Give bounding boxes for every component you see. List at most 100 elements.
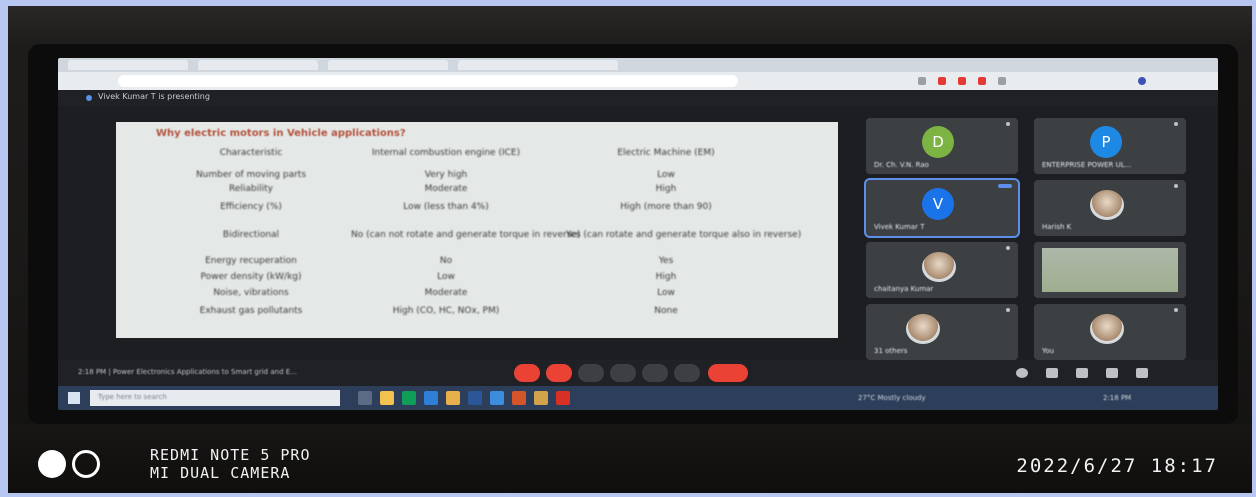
browser-tab[interactable] [458,60,618,70]
more-options-icon[interactable] [1174,122,1178,126]
presenting-icon [86,95,92,101]
more-options-icon[interactable] [1006,246,1010,250]
participant-tile-screen[interactable] [1034,242,1186,298]
slide-cell: High [655,184,677,194]
profile-avatar-icon[interactable] [1138,77,1146,85]
browser-tab[interactable] [198,60,318,70]
more-options-button[interactable] [674,364,700,382]
browser-tab[interactable] [68,60,188,70]
participant-name: You [1042,347,1055,355]
screen-share-thumbnail [1042,248,1178,292]
slide-row: Efficiency (%) Low (less than 4%) High (… [116,202,838,216]
app-icon[interactable] [402,391,416,405]
clock[interactable]: 2:18 PM [1103,394,1131,402]
camera-watermark-logo [38,450,128,478]
app-icon[interactable] [534,391,548,405]
more-options-icon[interactable] [1174,184,1178,188]
extension-icon[interactable] [958,77,966,85]
more-options-icon[interactable] [998,184,1012,188]
participant-tile[interactable]: chaitanya Kumar [866,242,1018,298]
participant-grid: D Dr. Ch. V.N. Rao P ENTERPRISE POWER UL… [864,118,1188,360]
weather-widget[interactable]: 27°C Mostly cloudy [858,394,926,402]
slide-row: Bidirectional No (can not rotate and gen… [116,230,838,244]
participant-name: Dr. Ch. V.N. Rao [874,161,929,169]
slide-cell: Low [437,272,455,282]
participant-tile-others[interactable]: 31 others [866,304,1018,360]
word-icon[interactable] [468,391,482,405]
extension-icon[interactable] [998,77,1006,85]
slide-row: Exhaust gas pollutants High (CO, HC, NOx… [116,306,838,320]
participant-name: Harish K [1042,223,1072,231]
app-icon[interactable] [490,391,504,405]
extension-icon[interactable] [978,77,986,85]
participant-name: ENTERPRISE POWER UL... [1042,161,1132,169]
watermark-dot-icon [38,450,66,478]
participant-avatar: D [922,126,954,158]
slide-cell: Exhaust gas pollutants [199,306,303,316]
chat-icon[interactable] [1076,368,1088,378]
powerpoint-icon[interactable] [512,391,526,405]
participant-tile-self[interactable]: You [1034,304,1186,360]
slide-row: Number of moving parts Very high Low [116,170,838,184]
slide-cell: High (more than 90) [620,202,712,212]
slide-cell: No (can not rotate and generate torque i… [351,230,581,240]
windows-start-icon[interactable] [68,392,80,404]
present-button[interactable] [642,364,668,382]
slide-cell: Moderate [424,184,468,194]
slide-cell: High [655,272,677,282]
watermark-ring-icon [72,450,100,478]
participant-tile-presenter[interactable]: V Vivek Kumar T [864,178,1020,238]
slide-title: Why electric motors in Vehicle applicati… [156,128,406,139]
slide-row: Power density (kW/kg) Low High [116,272,838,286]
camera-button[interactable] [546,364,572,382]
captions-button[interactable] [578,364,604,382]
watermark-timestamp: 2022/6/27 18:17 [1016,455,1218,477]
presenting-bar: Vivek Kumar T is presenting [58,90,1218,106]
slide-cell: High (CO, HC, NOx, PM) [392,306,500,316]
lock-icon[interactable] [1136,368,1148,378]
participant-avatar: V [922,188,954,220]
slide-cell: Low [657,170,675,180]
participant-name: 31 others [874,347,908,355]
task-view-icon[interactable] [358,391,372,405]
browser-tab[interactable] [328,60,448,70]
people-icon[interactable] [1046,368,1058,378]
slide-header-cell: Internal combustion engine (ICE) [371,148,521,158]
taskbar-search-input[interactable]: Type here to search [90,390,340,406]
slide-cell: Noise, vibrations [213,288,289,298]
slide-cell: Bidirectional [222,230,280,240]
mic-button[interactable] [514,364,540,382]
slide-header-cell: Characteristic [219,148,283,158]
watermark-model: REDMI NOTE 5 PRO [150,446,311,464]
activities-icon[interactable] [1106,368,1118,378]
info-icon[interactable] [1016,368,1028,378]
participant-tile[interactable]: D Dr. Ch. V.N. Rao [866,118,1018,174]
slide-cell: Yes [658,256,674,266]
watermark-camera: MI DUAL CAMERA [150,464,291,482]
extension-icon[interactable] [938,77,946,85]
address-bar[interactable] [118,75,738,87]
background-wall [8,6,1252,46]
slide-header-cell: Electric Machine (EM) [617,148,715,158]
extension-icon[interactable] [918,77,926,85]
app-icon[interactable] [446,391,460,405]
raise-hand-button[interactable] [610,364,636,382]
slide-cell: Very high [424,170,468,180]
windows-taskbar: Type here to search 27°C Mostly cloudy 2… [58,386,1218,410]
more-options-icon[interactable] [1006,308,1010,312]
more-options-icon[interactable] [1006,122,1010,126]
browser-toolbar [58,72,1218,90]
app-icon[interactable] [556,391,570,405]
participant-tile[interactable]: P ENTERPRISE POWER UL... [1034,118,1186,174]
app-icon[interactable] [424,391,438,405]
slide-row: Noise, vibrations Moderate Low [116,288,838,302]
end-call-button[interactable] [708,364,748,382]
photo: Vivek Kumar T is presenting Why electric… [8,6,1252,493]
participant-tile[interactable]: Harish K [1034,180,1186,236]
slide-cell: Number of moving parts [195,170,307,180]
more-options-icon[interactable] [1174,308,1178,312]
slide-cell: None [654,306,678,316]
slide-cell: No [439,256,453,266]
participant-photo [906,314,940,344]
file-explorer-icon[interactable] [380,391,394,405]
